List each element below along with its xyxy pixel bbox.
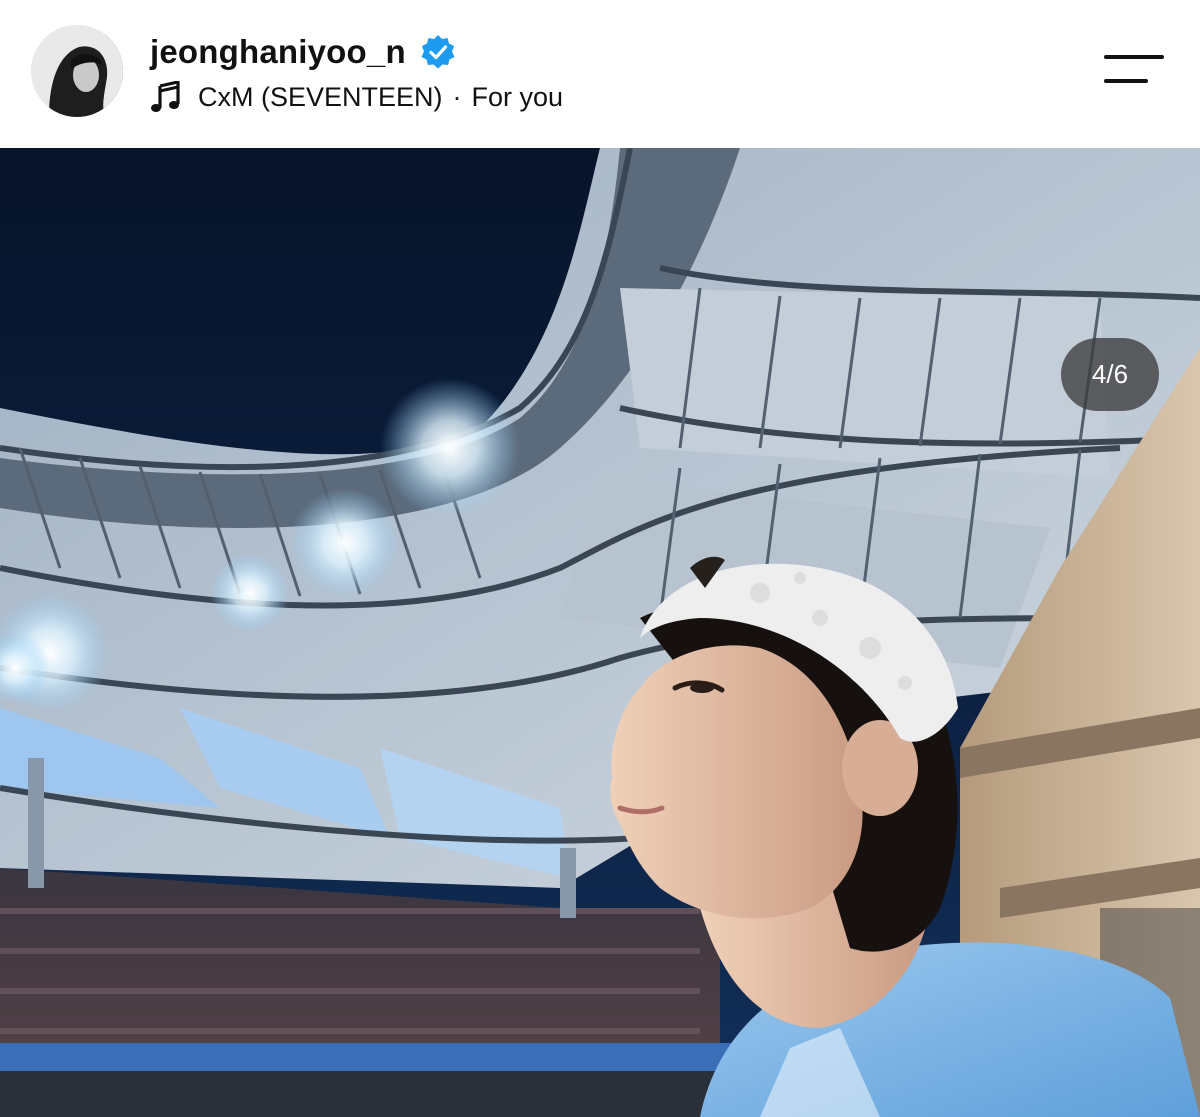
username-row: jeonghaniyoo_n xyxy=(150,30,456,74)
music-note-icon xyxy=(150,80,180,113)
audio-track: For you xyxy=(471,81,564,112)
audio-artist: CxM (SEVENTEEN) xyxy=(198,81,443,112)
stadium-photo-illustration xyxy=(0,148,1200,1117)
verified-badge-icon xyxy=(420,34,456,70)
menu-line-bottom xyxy=(1104,79,1148,83)
avatar[interactable] xyxy=(31,25,123,117)
avatar-image xyxy=(31,25,123,117)
menu-line-top xyxy=(1104,55,1164,59)
audio-attribution[interactable]: CxM (SEVENTEEN) · For you xyxy=(150,79,563,115)
audio-separator: · xyxy=(452,81,462,112)
menu-icon[interactable] xyxy=(1104,52,1166,86)
post-header: jeonghaniyoo_n CxM (SEVENTEEN) · For you xyxy=(0,0,1200,148)
username[interactable]: jeonghaniyoo_n xyxy=(150,33,406,71)
instagram-post: jeonghaniyoo_n CxM (SEVENTEEN) · For you… xyxy=(0,0,1200,1117)
post-photo[interactable]: 4/6 xyxy=(0,148,1200,1117)
carousel-counter: 4/6 xyxy=(1061,338,1159,411)
